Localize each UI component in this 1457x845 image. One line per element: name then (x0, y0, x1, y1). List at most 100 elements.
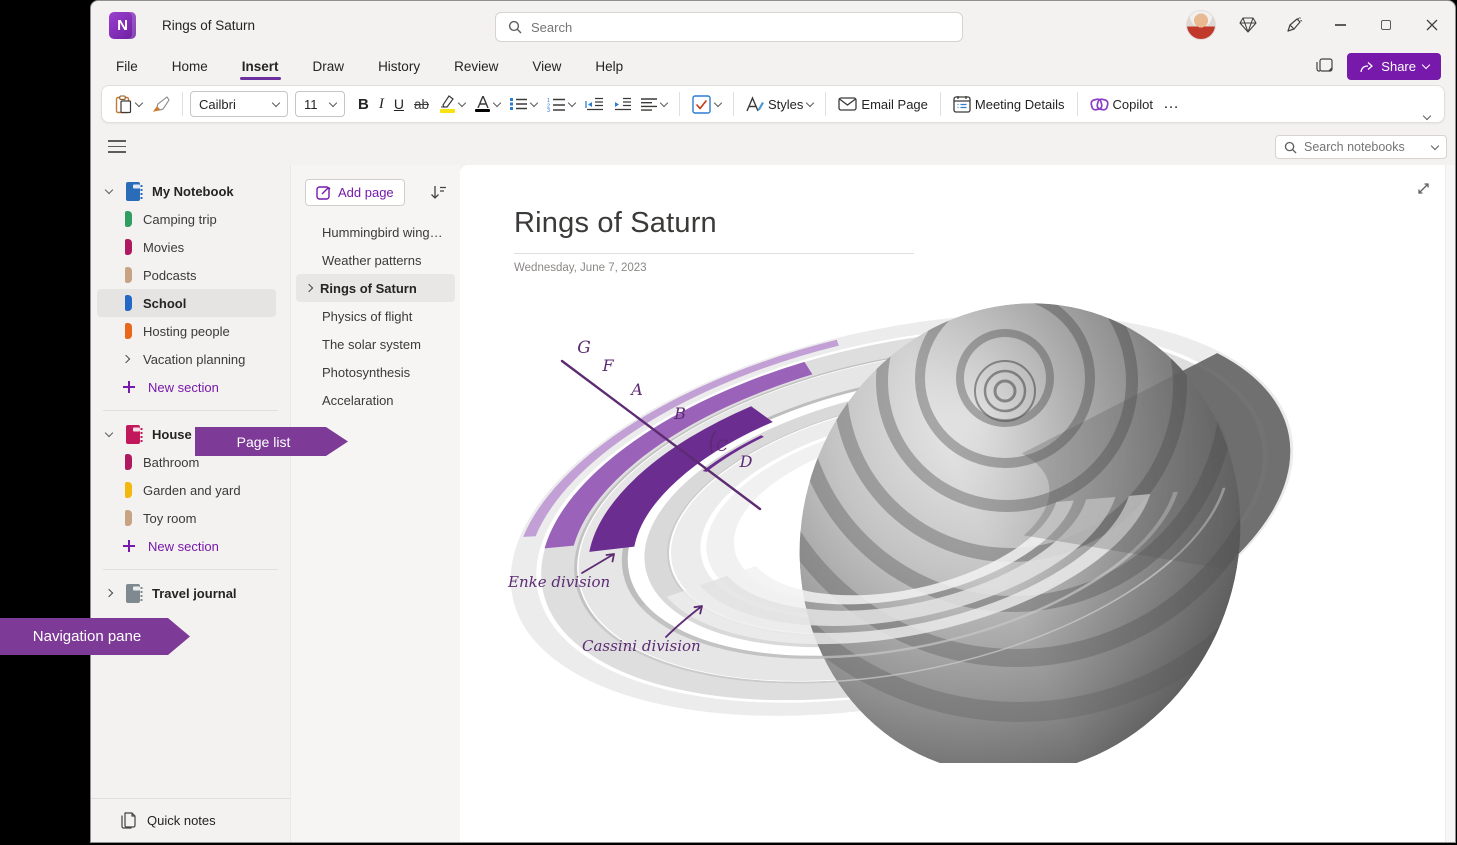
todo-tag-button[interactable] (687, 90, 726, 118)
font-color-icon (475, 96, 490, 113)
ribbon: Cailbri 11 B I U ab (101, 85, 1445, 123)
underline-label: U (394, 96, 404, 112)
close-icon (1426, 19, 1438, 31)
menu-review[interactable]: Review (437, 49, 515, 83)
section-podcasts[interactable]: Podcasts (97, 261, 276, 289)
paste-button[interactable] (110, 90, 147, 118)
new-section-button[interactable]: New section (97, 532, 276, 560)
indent-icon (613, 97, 631, 111)
page-canvas[interactable]: Rings of Saturn Wednesday, June 7, 2023 (460, 165, 1455, 842)
notebook-search-input[interactable] (1304, 140, 1425, 154)
chevron-down-icon (1431, 141, 1439, 149)
numbering-button[interactable]: 123 (542, 90, 580, 118)
menu-file[interactable]: File (99, 49, 155, 83)
feed-icon[interactable] (1316, 58, 1333, 75)
section-toy-room[interactable]: Toy room (97, 504, 276, 532)
page-item[interactable]: Hummingbird wing… (296, 218, 455, 246)
ribbon-divider (825, 92, 826, 116)
styles-button[interactable]: Styles (741, 90, 818, 118)
search-input[interactable] (531, 20, 950, 35)
italic-button[interactable]: I (374, 90, 389, 118)
page-list-callout: Page list (195, 427, 348, 456)
page-date: Wednesday, June 7, 2023 (514, 262, 647, 274)
sort-icon (430, 185, 446, 200)
new-section-button[interactable]: New section (97, 373, 276, 401)
sort-pages-button[interactable] (430, 185, 446, 200)
numbering-icon: 123 (547, 97, 565, 112)
quick-notes-icon (121, 812, 136, 829)
menu-history[interactable]: History (361, 49, 437, 83)
close-button[interactable] (1409, 1, 1455, 49)
strikethrough-button[interactable]: ab (409, 90, 434, 118)
title-underline (514, 253, 914, 254)
email-page-button[interactable]: Email Page (833, 90, 932, 118)
section-movies[interactable]: Movies (97, 233, 276, 261)
notebook-my-notebook[interactable]: My Notebook (97, 177, 276, 205)
font-name-select[interactable]: Cailbri (190, 91, 288, 117)
ring-label-c: C (716, 436, 728, 455)
page-item[interactable]: Photosynthesis (296, 358, 455, 386)
divider (103, 410, 278, 411)
menu-draw[interactable]: Draw (296, 49, 362, 83)
chevron-down-icon (806, 98, 814, 106)
section-group-vacation-planning[interactable]: Vacation planning (97, 345, 276, 373)
window-title: Rings of Saturn (162, 18, 255, 33)
quick-notes-button[interactable]: Quick notes (91, 798, 290, 842)
add-page-button[interactable]: Add page (305, 179, 405, 206)
page-item[interactable]: Weather patterns (296, 246, 455, 274)
notebook-travel-journal[interactable]: Travel journal (97, 579, 276, 607)
expand-page-icon[interactable] (1416, 181, 1431, 196)
chevron-down-icon (458, 98, 466, 106)
section-hosting-people[interactable]: Hosting people (97, 317, 276, 345)
styles-label: Styles (768, 97, 803, 112)
bold-button[interactable]: B (353, 90, 374, 118)
meeting-details-button[interactable]: Meeting Details (948, 90, 1070, 118)
title-bar: N Rings of Saturn (91, 1, 1455, 49)
strikethrough-label: ab (414, 97, 429, 112)
highlight-button[interactable] (434, 90, 470, 118)
menu-home[interactable]: Home (155, 49, 225, 83)
scrollbar-track[interactable] (1445, 165, 1455, 842)
add-page-icon (316, 185, 331, 200)
font-size-value: 11 (304, 97, 318, 112)
underline-button[interactable]: U (389, 90, 409, 118)
global-search[interactable] (495, 12, 963, 42)
menu-insert[interactable]: Insert (225, 49, 296, 83)
feedback-icon[interactable] (1271, 1, 1317, 49)
align-button[interactable] (636, 90, 672, 118)
bullets-button[interactable] (505, 90, 542, 118)
format-painter-button[interactable] (147, 90, 175, 118)
page-title[interactable]: Rings of Saturn (514, 207, 717, 240)
chevron-down-icon (714, 98, 722, 106)
menu-view[interactable]: View (515, 49, 578, 83)
maximize-button[interactable] (1363, 1, 1409, 49)
minimize-button[interactable] (1317, 1, 1363, 49)
more-commands-button[interactable]: … (1158, 90, 1185, 118)
font-color-button[interactable] (470, 90, 505, 118)
font-size-select[interactable]: 11 (295, 91, 345, 117)
section-label: Garden and yard (143, 483, 241, 498)
section-school[interactable]: School (97, 289, 276, 317)
section-garden-and-yard[interactable]: Garden and yard (97, 476, 276, 504)
section-camping-trip[interactable]: Camping trip (97, 205, 276, 233)
menu-help[interactable]: Help (578, 49, 640, 83)
divider (103, 569, 278, 570)
search-icon (508, 20, 522, 34)
page-item[interactable]: Accelaration (296, 386, 455, 414)
hamburger-menu-icon[interactable] (108, 140, 126, 153)
page-item[interactable]: Physics of flight (296, 302, 455, 330)
paste-icon (115, 95, 132, 114)
copilot-button[interactable]: Copilot (1085, 90, 1158, 118)
outdent-button[interactable] (580, 90, 608, 118)
notebook-search[interactable] (1275, 135, 1447, 159)
account-avatar[interactable] (1186, 10, 1216, 40)
chevron-right-icon (105, 589, 113, 597)
indent-button[interactable] (608, 90, 636, 118)
premium-diamond-icon[interactable] (1225, 1, 1271, 49)
highlighter-icon (439, 95, 455, 113)
share-button[interactable]: Share (1347, 53, 1441, 80)
ribbon-collapse-chevron-icon[interactable] (1423, 112, 1431, 120)
page-item-active[interactable]: Rings of Saturn (296, 274, 455, 302)
page-item[interactable]: The solar system (296, 330, 455, 358)
navigation-pane-callout-label: Navigation pane (33, 628, 141, 645)
